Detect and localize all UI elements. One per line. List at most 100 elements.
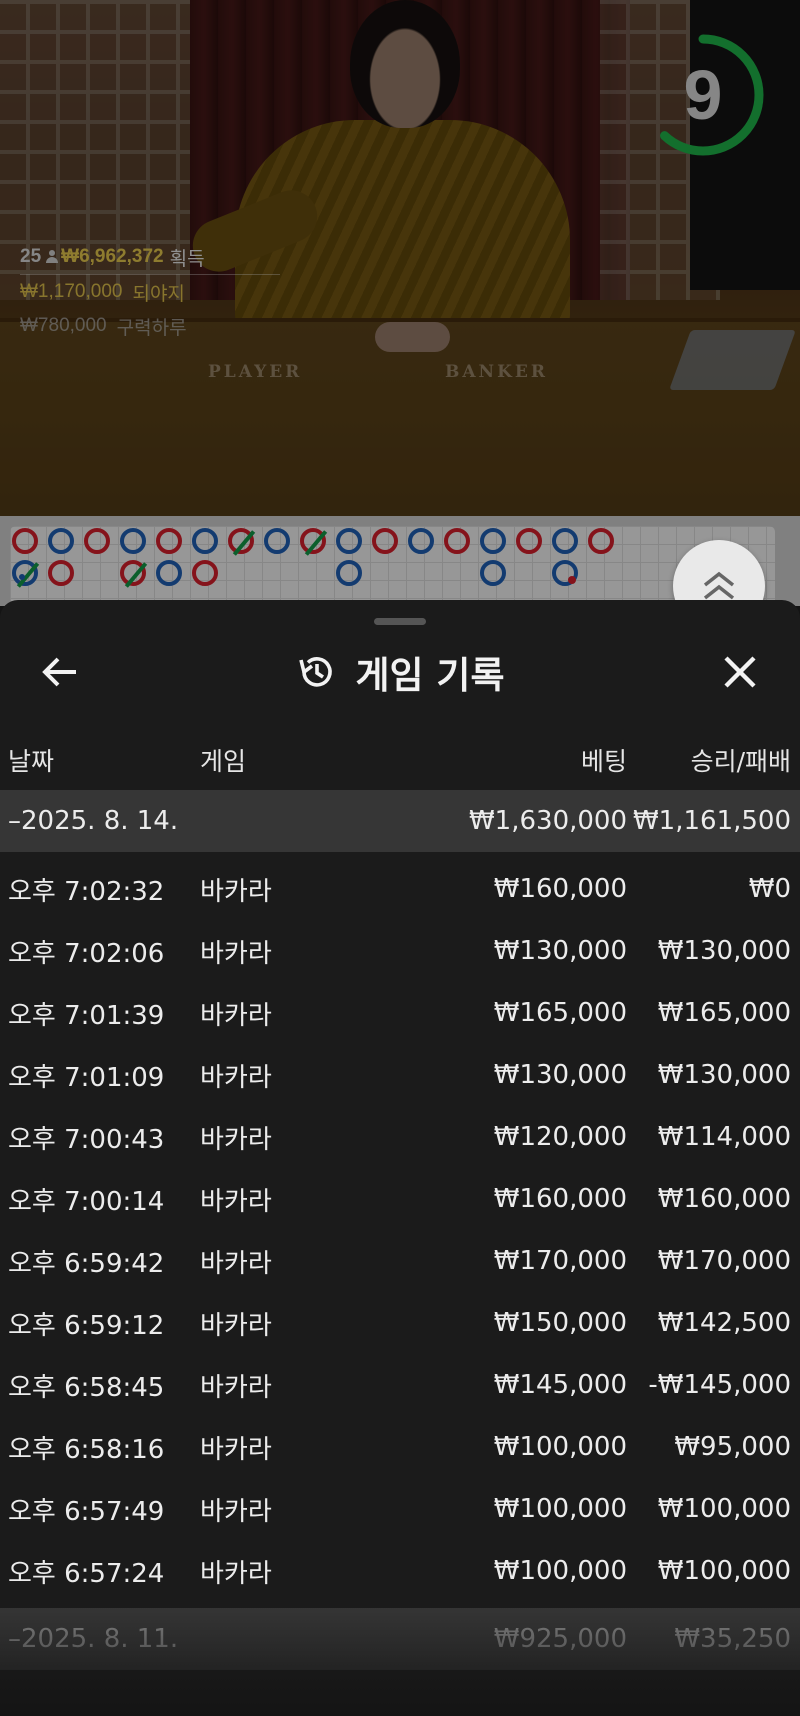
row-bet: ₩130,000	[493, 936, 627, 966]
bead-player	[192, 528, 218, 554]
date-group-row[interactable]: –2025. 8. 14. ₩1,630,000 ₩1,161,500	[0, 790, 800, 852]
bead-player	[336, 528, 362, 554]
row-result: ₩100,000	[657, 1494, 791, 1524]
row-bet: ₩170,000	[493, 1246, 627, 1276]
bead-player	[48, 528, 74, 554]
bead-player	[120, 528, 146, 554]
pair-dot	[568, 576, 576, 584]
row-time: 오후 6:58:16	[8, 1434, 165, 1465]
bead-player	[552, 528, 578, 554]
winner-amount: ₩780,000	[20, 315, 107, 336]
row-result: ₩100,000	[657, 1556, 791, 1586]
bead-banker	[372, 528, 398, 554]
row-game: 바카라	[200, 1000, 272, 1031]
winner-entry: ₩1,170,000 되야지	[20, 275, 280, 309]
bead-banker	[192, 560, 218, 586]
winner-amount: ₩1,170,000	[20, 281, 123, 302]
history-row[interactable]: 오후 7:02:06 바카라 ₩130,000 ₩130,000	[0, 920, 800, 982]
history-row[interactable]: 오후 6:58:16 바카라 ₩100,000 ₩95,000	[0, 1416, 800, 1478]
winner-entry: ₩780,000 구력하루	[20, 309, 280, 343]
winners-total: 25 ₩6,962,372 획득	[20, 240, 280, 274]
row-result: ₩0	[748, 874, 791, 904]
row-bet: ₩100,000	[493, 1494, 627, 1524]
group-result-total: ₩35,250	[674, 1624, 791, 1654]
column-header-date: 날짜	[8, 747, 55, 776]
game-history-sheet: 게임 기록 날짜 게임 베팅 승리/패배 –2025. 8. 14. ₩1,63…	[0, 600, 800, 1716]
column-header-game: 게임	[200, 747, 247, 776]
history-row[interactable]: 오후 6:58:45 바카라 ₩145,000 -₩145,000	[0, 1354, 800, 1416]
history-row[interactable]: 오후 7:00:43 바카라 ₩120,000 ₩114,000	[0, 1106, 800, 1168]
row-time: 오후 7:02:06	[8, 938, 165, 969]
history-row[interactable]: 오후 7:01:39 바카라 ₩165,000 ₩165,000	[0, 982, 800, 1044]
bead-player	[408, 528, 434, 554]
row-result: ₩95,000	[674, 1432, 791, 1462]
group-date: –2025. 8. 14.	[8, 806, 179, 836]
winners-total-label: 획득	[169, 248, 205, 270]
date-group-row[interactable]: –2025. 8. 11. ₩925,000 ₩35,250	[0, 1608, 800, 1670]
history-row[interactable]: 오후 7:02:32 바카라 ₩160,000 ₩0	[0, 858, 800, 920]
row-bet: ₩150,000	[493, 1308, 627, 1338]
row-bet: ₩145,000	[493, 1370, 627, 1400]
bead-banker	[516, 528, 542, 554]
winner-count: 25	[20, 246, 42, 267]
bead-banker	[444, 528, 470, 554]
row-result: ₩130,000	[657, 1060, 791, 1090]
row-game: 바카라	[200, 1186, 272, 1217]
tie-slash	[304, 530, 328, 556]
history-row[interactable]: 오후 6:59:12 바카라 ₩150,000 ₩142,500	[0, 1292, 800, 1354]
row-result: ₩130,000	[657, 936, 791, 966]
close-icon	[724, 656, 756, 688]
row-time: 오후 6:57:24	[8, 1558, 165, 1589]
row-time: 오후 7:00:14	[8, 1186, 165, 1217]
winners-overlay: 25 ₩6,962,372 획득 ₩1,170,000 되야지 ₩780,000…	[20, 240, 280, 343]
history-row[interactable]: 오후 6:57:24 바카라 ₩100,000 ₩100,000	[0, 1540, 800, 1602]
bead-banker	[12, 528, 38, 554]
bead-banker	[84, 528, 110, 554]
bead-banker	[588, 528, 614, 554]
history-icon	[299, 657, 333, 687]
group-result-total: ₩1,161,500	[632, 806, 791, 836]
history-row[interactable]: 오후 6:59:42 바카라 ₩170,000 ₩170,000	[0, 1230, 800, 1292]
row-result: -₩145,000	[648, 1370, 791, 1400]
tie-slash	[124, 562, 148, 588]
row-bet: ₩100,000	[493, 1432, 627, 1462]
tie-slash	[232, 530, 256, 556]
row-bet: ₩160,000	[493, 874, 627, 904]
close-button[interactable]	[716, 648, 764, 696]
row-game: 바카라	[200, 1062, 272, 1093]
row-time: 오후 6:58:45	[8, 1372, 165, 1403]
bead-banker	[300, 528, 328, 556]
bead-player	[480, 560, 506, 586]
row-game: 바카라	[200, 1434, 272, 1465]
row-result: ₩142,500	[657, 1308, 791, 1338]
row-result: ₩165,000	[657, 998, 791, 1028]
bead-banker	[48, 560, 74, 586]
column-header-bet: 베팅	[580, 747, 627, 776]
winner-name: 되야지	[132, 283, 185, 305]
history-row[interactable]: 오후 7:01:09 바카라 ₩130,000 ₩130,000	[0, 1044, 800, 1106]
history-row[interactable]: 오후 7:00:14 바카라 ₩160,000 ₩160,000	[0, 1168, 800, 1230]
row-game: 바카라	[200, 1558, 272, 1589]
row-time: 오후 7:01:09	[8, 1062, 165, 1093]
bead-player	[480, 528, 506, 554]
row-bet: ₩100,000	[493, 1556, 627, 1586]
bead-road[interactable]	[10, 526, 775, 606]
group-bet-total: ₩925,000	[493, 1624, 627, 1654]
row-time: 오후 7:01:39	[8, 1000, 165, 1031]
row-result: ₩160,000	[657, 1184, 791, 1214]
column-header-result: 승리/패배	[690, 747, 791, 776]
row-bet: ₩165,000	[493, 998, 627, 1028]
row-game: 바카라	[200, 1124, 272, 1155]
bead-banker	[156, 528, 182, 554]
row-bet: ₩160,000	[493, 1184, 627, 1214]
sheet-title: 게임 기록	[355, 654, 505, 697]
countdown-timer: 9	[638, 30, 768, 160]
timer-value: 9	[683, 56, 723, 134]
row-game: 바카라	[200, 1496, 272, 1527]
row-result: ₩114,000	[657, 1122, 791, 1152]
bead-banker	[228, 528, 256, 556]
live-video: PLAYER BANKER 9 25 ₩6,962,372 획득 ₩1,170,…	[0, 0, 800, 516]
sheet-drag-handle[interactable]	[374, 618, 426, 625]
bead-player	[336, 560, 362, 586]
history-row[interactable]: 오후 6:57:49 바카라 ₩100,000 ₩100,000	[0, 1478, 800, 1540]
